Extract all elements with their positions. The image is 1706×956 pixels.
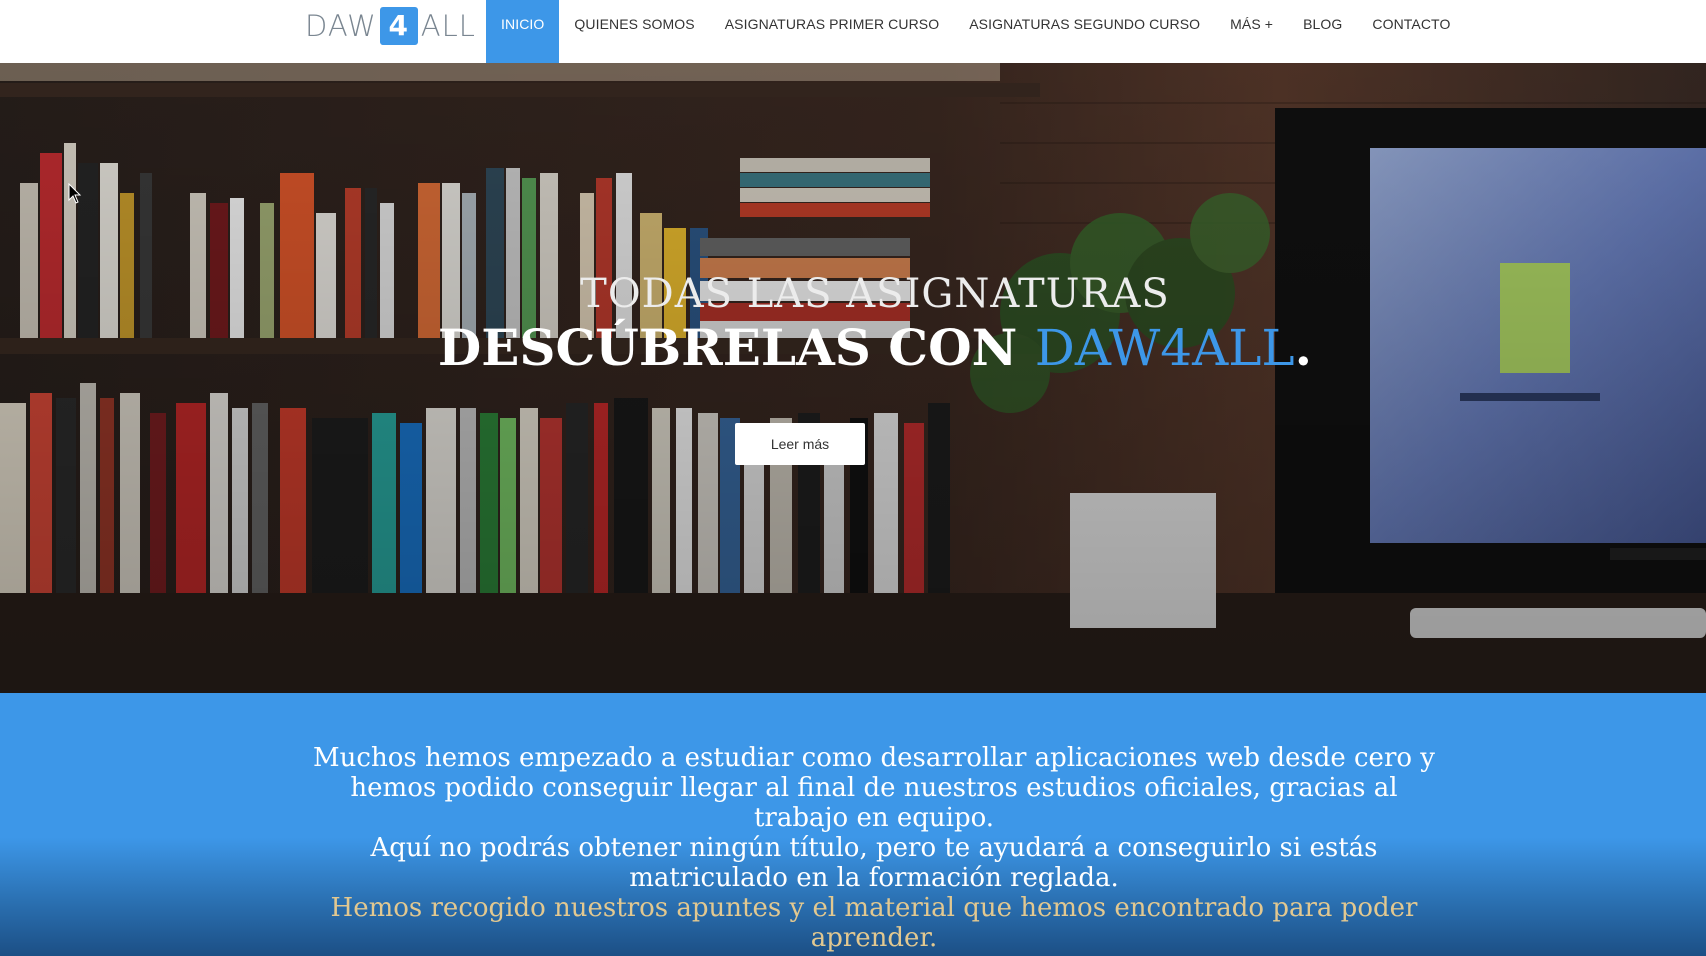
hero-title: DESCÚBRELAS CON DAW4ALL.: [0, 318, 1706, 377]
hero-title-brand: DAW4ALL: [1034, 319, 1295, 377]
hero-section: TODAS LAS ASIGNATURAS DESCÚBRELAS CON DA…: [0, 63, 1706, 693]
intro-paragraph-3: Hemos recogido nuestros apuntes y el mat…: [330, 893, 1418, 953]
intro-paragraph-1: Muchos hemos empezado a estudiar como de…: [313, 743, 1435, 833]
nav-item-asignaturas-segundo-curso[interactable]: ASIGNATURAS SEGUNDO CURSO: [954, 0, 1215, 63]
logo-text-right: ALL: [420, 9, 476, 43]
nav-item-contacto[interactable]: CONTACTO: [1357, 0, 1465, 63]
mouse-cursor-icon: [68, 183, 82, 204]
main-nav: INICIO QUIENES SOMOS ASIGNATURAS PRIMER …: [486, 0, 1465, 63]
site-logo[interactable]: DAW 4 ALL: [305, 6, 476, 46]
nav-item-inicio[interactable]: INICIO: [486, 0, 560, 63]
nav-item-quienes-somos[interactable]: QUIENES SOMOS: [559, 0, 709, 63]
logo-text-left: DAW: [305, 9, 377, 43]
hero-background-image: [0, 63, 1706, 693]
nav-item-blog[interactable]: BLOG: [1288, 0, 1357, 63]
nav-item-asignaturas-primer-curso[interactable]: ASIGNATURAS PRIMER CURSO: [710, 0, 955, 63]
intro-text: Muchos hemos empezado a estudiar como de…: [300, 743, 1448, 953]
leer-mas-button[interactable]: Leer más: [735, 423, 865, 465]
hero-title-main: DESCÚBRELAS CON: [437, 318, 1035, 377]
hero-title-end: .: [1294, 318, 1313, 377]
intro-section: Muchos hemos empezado a estudiar como de…: [0, 693, 1706, 956]
nav-item-mas[interactable]: MÁS +: [1215, 0, 1288, 63]
logo-badge: 4: [379, 7, 418, 45]
hero-subtitle: TODAS LAS ASIGNATURAS: [580, 271, 1170, 317]
intro-paragraph-2: Aquí no podrás obtener ningún título, pe…: [370, 833, 1378, 893]
navbar: DAW 4 ALL INICIO QUIENES SOMOS ASIGNATUR…: [0, 0, 1706, 63]
